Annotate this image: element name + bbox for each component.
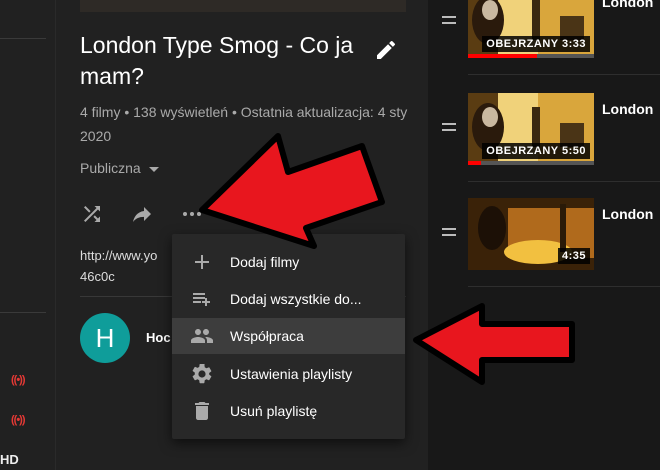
people-icon [191,329,213,343]
divider [468,74,660,75]
sidebar-divider [0,38,46,39]
share-icon[interactable] [130,202,154,226]
privacy-label: Publiczna [80,160,141,176]
left-sidebar: ((•)) ((•)) HD [0,0,56,470]
menu-item-playlist-settings[interactable]: Ustawienia playlisty [172,356,405,392]
divider [468,181,660,182]
duration-badge: 4:35 [557,248,590,264]
playlist-video-list: OBEJRZANY 3:33 London OBEJRZANY 5:50 Lon… [430,0,660,470]
menu-item-add-all-to[interactable]: Dodaj wszystkie do... [172,281,405,317]
plus-icon [195,255,209,269]
drag-handle-icon[interactable] [442,16,456,26]
pencil-icon[interactable] [374,38,398,62]
playlist-title: London Type Smog - Co ja mam? [80,32,354,89]
video-thumbnail[interactable]: 4:35 [468,198,594,270]
description-line[interactable]: http://www.yo [80,245,157,266]
red-arrow-annotation [413,303,575,385]
video-title[interactable]: London [602,101,653,117]
video-row[interactable]: OBEJRZANY 5:50 London [430,93,660,173]
caret-down-icon [148,166,159,172]
shuffle-icon[interactable] [80,202,104,226]
hd-label: HD [0,452,19,467]
video-row[interactable]: OBEJRZANY 3:33 London [430,0,660,66]
video-thumbnail[interactable]: OBEJRZANY 3:33 [468,0,594,58]
video-title[interactable]: London [602,206,653,222]
video-row[interactable]: 4:35 London [430,198,660,278]
playlist-thumbnail[interactable] [80,0,406,12]
playlist-options-menu: Dodaj filmy Dodaj wszystkie do... Współp… [172,234,405,439]
red-arrow-annotation [199,133,385,249]
menu-item-label: Dodaj wszystkie do... [230,291,362,307]
playlist-description: http://www.yo 46c0c [80,245,157,287]
drag-handle-icon[interactable] [442,228,456,238]
avatar[interactable]: H [80,313,130,363]
sidebar-divider [0,312,46,313]
menu-item-label: Ustawienia playlisty [230,366,353,382]
watched-badge: OBEJRZANY 5:50 [482,143,590,159]
menu-item-label: Dodaj filmy [230,254,300,270]
menu-item-label: Usuń playlistę [230,403,318,419]
gear-icon [192,363,212,384]
watched-badge: OBEJRZANY 3:33 [482,36,590,52]
live-icon[interactable]: ((•)) [11,374,25,386]
description-line[interactable]: 46c0c [80,266,157,287]
menu-item-label: Współpraca [230,328,304,344]
menu-item-collaborate[interactable]: Współpraca [172,318,405,354]
watch-progress [468,54,538,58]
video-thumbnail[interactable]: OBEJRZANY 5:50 [468,93,594,165]
progress-track [468,161,594,165]
menu-item-delete-playlist[interactable]: Usuń playlistę [172,393,405,429]
playlist-add-icon [193,293,210,306]
video-title[interactable]: London [602,0,653,10]
divider [468,286,660,287]
owner-name[interactable]: Hoc [146,330,171,345]
live-icon[interactable]: ((•)) [11,414,25,426]
privacy-dropdown[interactable]: Publiczna [80,160,159,176]
trash-icon [195,402,209,420]
watch-progress [468,161,481,165]
drag-handle-icon[interactable] [442,123,456,133]
